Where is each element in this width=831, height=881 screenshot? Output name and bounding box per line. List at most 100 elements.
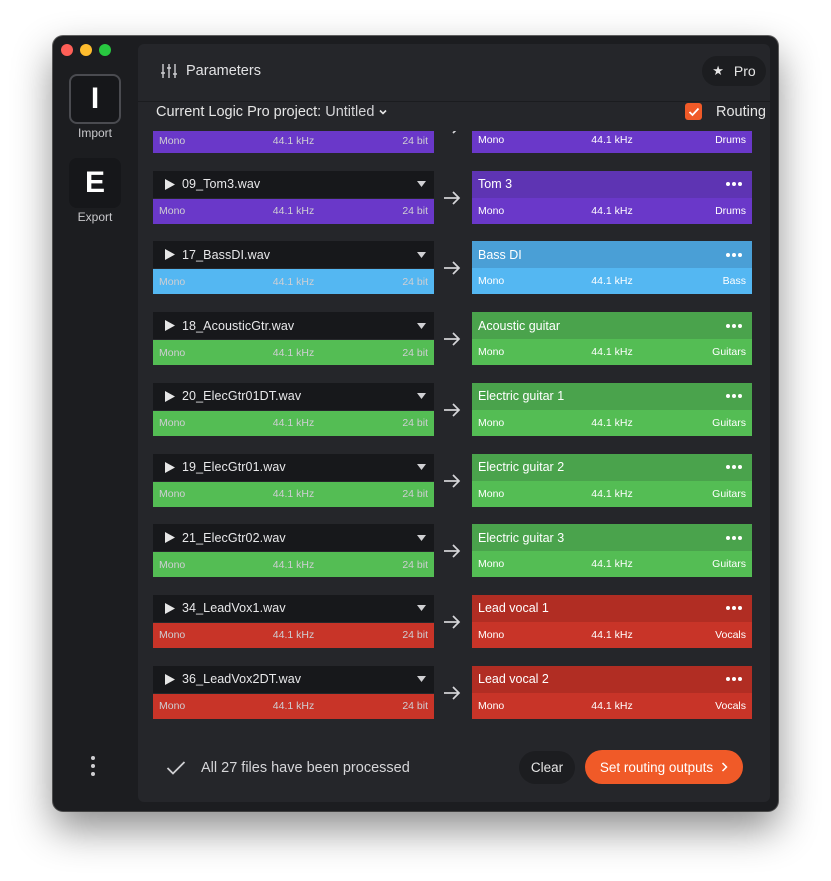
destination-sample-rate: 44.1 kHz bbox=[591, 346, 633, 359]
source-file-meta: Mono 44.1 kHz 24 bit bbox=[153, 621, 434, 648]
routing-row: 34_LeadVox1.wav Mono 44.1 kHz 24 bit Lea… bbox=[138, 594, 770, 648]
play-icon[interactable] bbox=[165, 532, 175, 544]
arrow-right-icon bbox=[444, 332, 461, 346]
play-icon[interactable] bbox=[165, 320, 175, 332]
project-label: Current Logic Pro project: bbox=[156, 104, 322, 120]
source-file-selector[interactable]: 09_Tom3.wav bbox=[153, 171, 434, 198]
source-file-selector[interactable]: 21_ElecGtr02.wav bbox=[153, 524, 434, 551]
parameters-title: Parameters bbox=[186, 63, 261, 79]
destination-track-meta: Mono 44.1 kHz Drums bbox=[472, 197, 752, 224]
source-file-selector[interactable]: 34_LeadVox1.wav bbox=[153, 595, 434, 622]
ellipsis-icon[interactable] bbox=[724, 463, 744, 471]
source-file-meta: Mono 44.1 kHz 24 bit bbox=[153, 268, 434, 295]
source-file-selector[interactable]: 36_LeadVox2DT.wav bbox=[153, 666, 434, 693]
more-options-icon[interactable] bbox=[87, 756, 99, 776]
source-bit-depth: 24 bit bbox=[402, 346, 428, 359]
destination-track-header[interactable]: Acoustic guitar bbox=[472, 312, 752, 340]
arrow-right-icon bbox=[444, 615, 461, 629]
source-sample-rate: 44.1 kHz bbox=[272, 346, 315, 359]
destination-track-name: Electric guitar 2 bbox=[478, 460, 565, 474]
destination-track: Electric guitar 2 Mono 44.1 kHz Guitars bbox=[472, 453, 752, 507]
play-icon[interactable] bbox=[165, 390, 175, 402]
destination-track-meta: Mono 44.1 kHz Vocals bbox=[472, 692, 752, 719]
source-file-selector[interactable]: 20_ElecGtr01DT.wav bbox=[153, 383, 434, 410]
caret-down-icon bbox=[417, 251, 426, 258]
source-file: 08_Tom2.wav Mono 44.1 kHz 24 bit bbox=[153, 131, 434, 153]
source-bit-depth: 24 bit bbox=[402, 629, 428, 642]
sidebar: I Import E Export bbox=[53, 36, 137, 811]
routing-row: 36_LeadVox2DT.wav Mono 44.1 kHz 24 bit L… bbox=[138, 665, 770, 719]
destination-group: Drums bbox=[715, 204, 746, 217]
caret-down-icon bbox=[417, 181, 426, 188]
ellipsis-icon[interactable] bbox=[724, 392, 744, 400]
arrow-right-icon bbox=[444, 403, 461, 417]
source-file-name: 20_ElecGtr01DT.wav bbox=[182, 389, 302, 404]
ellipsis-icon[interactable] bbox=[724, 322, 744, 330]
routing-toggle: Routing bbox=[685, 103, 766, 120]
source-file-meta: Mono 44.1 kHz 24 bit bbox=[153, 197, 434, 224]
source-bit-depth: 24 bit bbox=[402, 700, 428, 713]
source-file: 09_Tom3.wav Mono 44.1 kHz 24 bit bbox=[153, 170, 434, 224]
play-icon[interactable] bbox=[165, 673, 175, 685]
app-window: I Import E Export Parameters ★ Pro Curre… bbox=[53, 36, 778, 811]
clear-button[interactable]: Clear bbox=[519, 751, 575, 784]
destination-track-header[interactable]: Electric guitar 1 bbox=[472, 382, 752, 410]
arrow-right-icon bbox=[444, 685, 461, 700]
play-icon[interactable] bbox=[165, 461, 175, 473]
routing-row: 09_Tom3.wav Mono 44.1 kHz 24 bit Tom 3 M… bbox=[138, 170, 770, 224]
sliders-icon bbox=[161, 64, 177, 78]
source-sample-rate: 44.1 kHz bbox=[272, 134, 315, 147]
play-icon[interactable] bbox=[165, 178, 175, 190]
source-file-meta: Mono 44.1 kHz 24 bit bbox=[153, 480, 434, 507]
destination-track-header[interactable]: Lead vocal 2 bbox=[472, 665, 752, 693]
source-sample-rate: 44.1 kHz bbox=[272, 275, 315, 288]
routing-label: Routing bbox=[716, 103, 766, 120]
caret-down-icon bbox=[417, 676, 426, 683]
star-icon: ★ bbox=[712, 63, 724, 78]
project-selector[interactable]: Current Logic Pro project: Untitled bbox=[156, 104, 388, 120]
source-file: 34_LeadVox1.wav Mono 44.1 kHz 24 bit bbox=[153, 594, 434, 648]
arrow-right-icon bbox=[444, 191, 461, 205]
ellipsis-icon[interactable] bbox=[724, 604, 744, 612]
routing-checkbox[interactable] bbox=[685, 103, 703, 120]
source-file-name: 18_AcousticGtr.wav bbox=[182, 318, 295, 333]
routing-row: 17_BassDI.wav Mono 44.1 kHz 24 bit Bass … bbox=[138, 241, 770, 295]
source-bit-depth: 24 bit bbox=[402, 275, 428, 288]
play-icon[interactable] bbox=[165, 249, 175, 261]
destination-sample-rate: 44.1 kHz bbox=[591, 699, 633, 712]
import-button[interactable]: I bbox=[69, 74, 121, 124]
source-file-name: 21_ElecGtr02.wav bbox=[182, 530, 286, 545]
destination-track-header[interactable]: Electric guitar 3 bbox=[472, 524, 752, 552]
caret-down-icon bbox=[417, 322, 426, 329]
destination-track-header[interactable]: Lead vocal 1 bbox=[472, 594, 752, 622]
ellipsis-icon[interactable] bbox=[724, 180, 744, 188]
ellipsis-icon[interactable] bbox=[724, 675, 744, 683]
destination-track-name: Lead vocal 1 bbox=[478, 601, 549, 616]
set-routing-outputs-button[interactable]: Set routing outputs bbox=[585, 750, 743, 784]
source-file-selector[interactable]: 18_AcousticGtr.wav bbox=[153, 312, 434, 339]
source-file-selector[interactable]: 19_ElecGtr01.wav bbox=[153, 454, 434, 481]
destination-track-name: Acoustic guitar bbox=[478, 318, 560, 333]
pro-button[interactable]: ★ Pro bbox=[702, 56, 766, 86]
source-bit-depth: 24 bit bbox=[402, 488, 428, 500]
destination-track-header[interactable]: Tom 3 bbox=[472, 170, 752, 198]
destination-sample-rate: 44.1 kHz bbox=[591, 275, 633, 288]
export-button[interactable]: E bbox=[69, 158, 121, 208]
source-file-meta: Mono 44.1 kHz 24 bit bbox=[153, 551, 434, 578]
destination-sample-rate: 44.1 kHz bbox=[591, 558, 633, 571]
ellipsis-icon[interactable] bbox=[724, 251, 744, 259]
destination-track: Lead vocal 1 Mono 44.1 kHz Vocals bbox=[472, 594, 752, 648]
source-file-name: 09_Tom3.wav bbox=[182, 177, 261, 192]
destination-track-name: Bass DI bbox=[478, 247, 522, 262]
ellipsis-icon[interactable] bbox=[724, 534, 744, 542]
routing-row: 18_AcousticGtr.wav Mono 44.1 kHz 24 bit … bbox=[138, 312, 770, 366]
source-bit-depth: 24 bit bbox=[402, 205, 428, 218]
source-file-meta: Mono 44.1 kHz 24 bit bbox=[153, 131, 434, 153]
destination-track-header[interactable]: Bass DI bbox=[472, 241, 752, 269]
source-file-selector[interactable]: 17_BassDI.wav bbox=[153, 241, 434, 268]
pro-label: Pro bbox=[733, 63, 756, 79]
destination-track-header[interactable]: Electric guitar 2 bbox=[472, 453, 752, 481]
play-icon[interactable] bbox=[165, 602, 175, 614]
source-file-meta: Mono 44.1 kHz 24 bit bbox=[153, 409, 434, 436]
export-label: Export bbox=[77, 210, 113, 224]
